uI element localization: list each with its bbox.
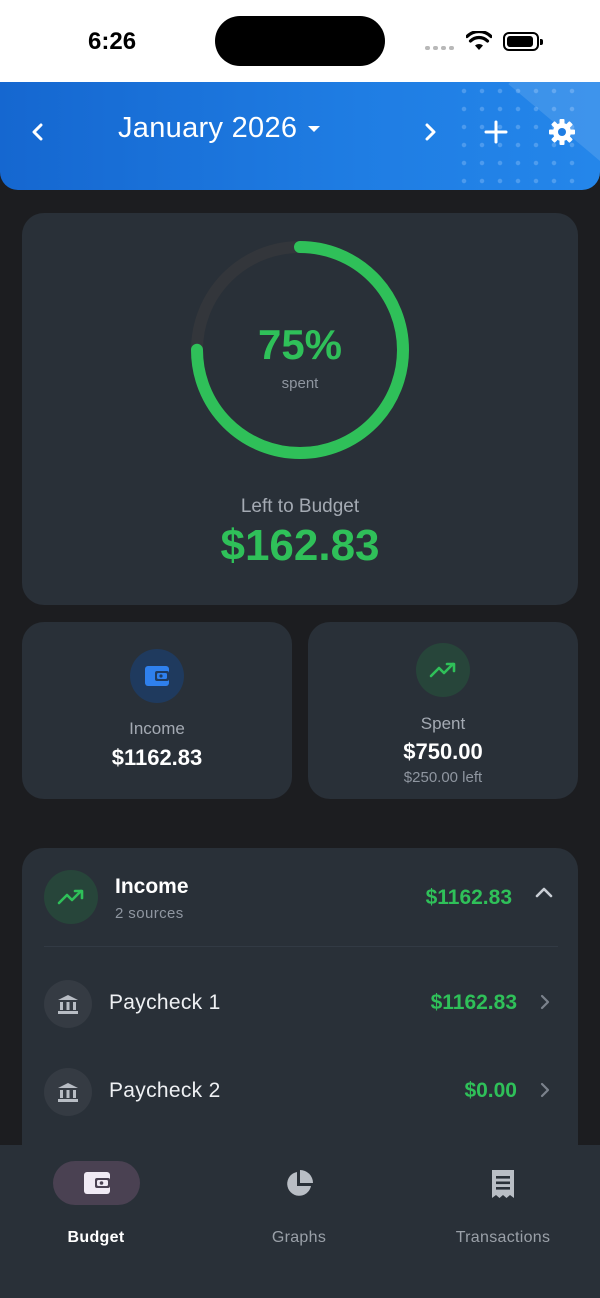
- nav-label: Budget: [67, 1229, 125, 1246]
- income-stat-card[interactable]: Income $1162.83: [22, 622, 292, 799]
- month-selector[interactable]: January 2026: [118, 112, 321, 145]
- gear-icon: [549, 119, 575, 145]
- nav-label: Graphs: [271, 1229, 327, 1246]
- previous-month-button[interactable]: [16, 110, 60, 154]
- left-to-budget-value: $162.83: [220, 521, 380, 570]
- chevron-right-icon: [540, 994, 550, 1010]
- spent-stat-card[interactable]: Spent $750.00 $250.00 left: [308, 622, 578, 799]
- section-divider: [44, 946, 558, 947]
- nav-active-indicator: [53, 1161, 140, 1205]
- budget-summary-card: 75% spent Left to Budget $162.83: [22, 213, 578, 605]
- percent-spent: 75%: [257, 321, 343, 368]
- month-header: January 2026: [0, 82, 600, 190]
- spent-stat-value: $750.00: [403, 739, 483, 764]
- income-item-paycheck-2[interactable]: Paycheck 2 $0.00: [22, 1052, 578, 1132]
- chevron-right-icon: [425, 123, 436, 141]
- income-section: Income 2 sources $1162.83 Paycheck 1 $11…: [22, 848, 578, 1168]
- income-item-paycheck-1[interactable]: Paycheck 1 $1162.83: [22, 964, 578, 1044]
- nav-budget[interactable]: Budget: [16, 1161, 176, 1246]
- nav-transactions[interactable]: Transactions: [423, 1161, 583, 1246]
- status-bar: 6:26: [0, 0, 600, 82]
- month-label: January 2026: [118, 112, 298, 144]
- income-item-amount: $1162.83: [430, 991, 517, 1014]
- left-to-budget-label: Left to Budget: [240, 496, 360, 517]
- dynamic-island: [215, 16, 385, 66]
- chevron-left-icon: [32, 123, 43, 141]
- next-month-button[interactable]: [408, 110, 452, 154]
- bank-icon: [44, 1068, 92, 1116]
- spent-stat-label: Spent: [420, 714, 466, 733]
- income-section-subtitle: 2 sources: [115, 905, 184, 922]
- trending-up-icon: [44, 870, 98, 924]
- income-item-name: Paycheck 2: [109, 1079, 221, 1102]
- spent-remaining: $250.00 left: [403, 769, 483, 786]
- signal-icon: [425, 46, 454, 50]
- add-button[interactable]: [474, 110, 518, 154]
- income-item-name: Paycheck 1: [109, 991, 221, 1014]
- bottom-navigation: Budget Graphs Transactions: [0, 1145, 600, 1298]
- plus-icon: [484, 120, 508, 144]
- income-stat-value: $1162.83: [111, 745, 203, 770]
- receipt-icon: [423, 1169, 583, 1199]
- caret-down-icon: [308, 125, 321, 132]
- battery-icon: [503, 32, 543, 51]
- status-time: 6:26: [88, 28, 137, 55]
- settings-button[interactable]: [540, 110, 584, 154]
- nav-label: Transactions: [455, 1229, 551, 1246]
- income-stat-label: Income: [129, 719, 185, 738]
- wallet-icon: [83, 1172, 110, 1194]
- chevron-right-icon: [540, 1082, 550, 1098]
- income-section-header[interactable]: Income 2 sources $1162.83: [22, 848, 578, 946]
- income-item-amount: $0.00: [464, 1079, 517, 1102]
- income-section-total: $1162.83: [425, 886, 512, 909]
- nav-graphs[interactable]: Graphs: [219, 1161, 379, 1246]
- wallet-icon: [130, 649, 184, 703]
- pie-chart-icon: [219, 1169, 379, 1199]
- income-section-title: Income: [115, 875, 189, 898]
- bank-icon: [44, 980, 92, 1028]
- percent-spent-caption: spent: [281, 375, 319, 392]
- chevron-up-icon[interactable]: [534, 885, 554, 899]
- wifi-icon: [466, 31, 492, 50]
- trending-up-icon: [416, 643, 470, 697]
